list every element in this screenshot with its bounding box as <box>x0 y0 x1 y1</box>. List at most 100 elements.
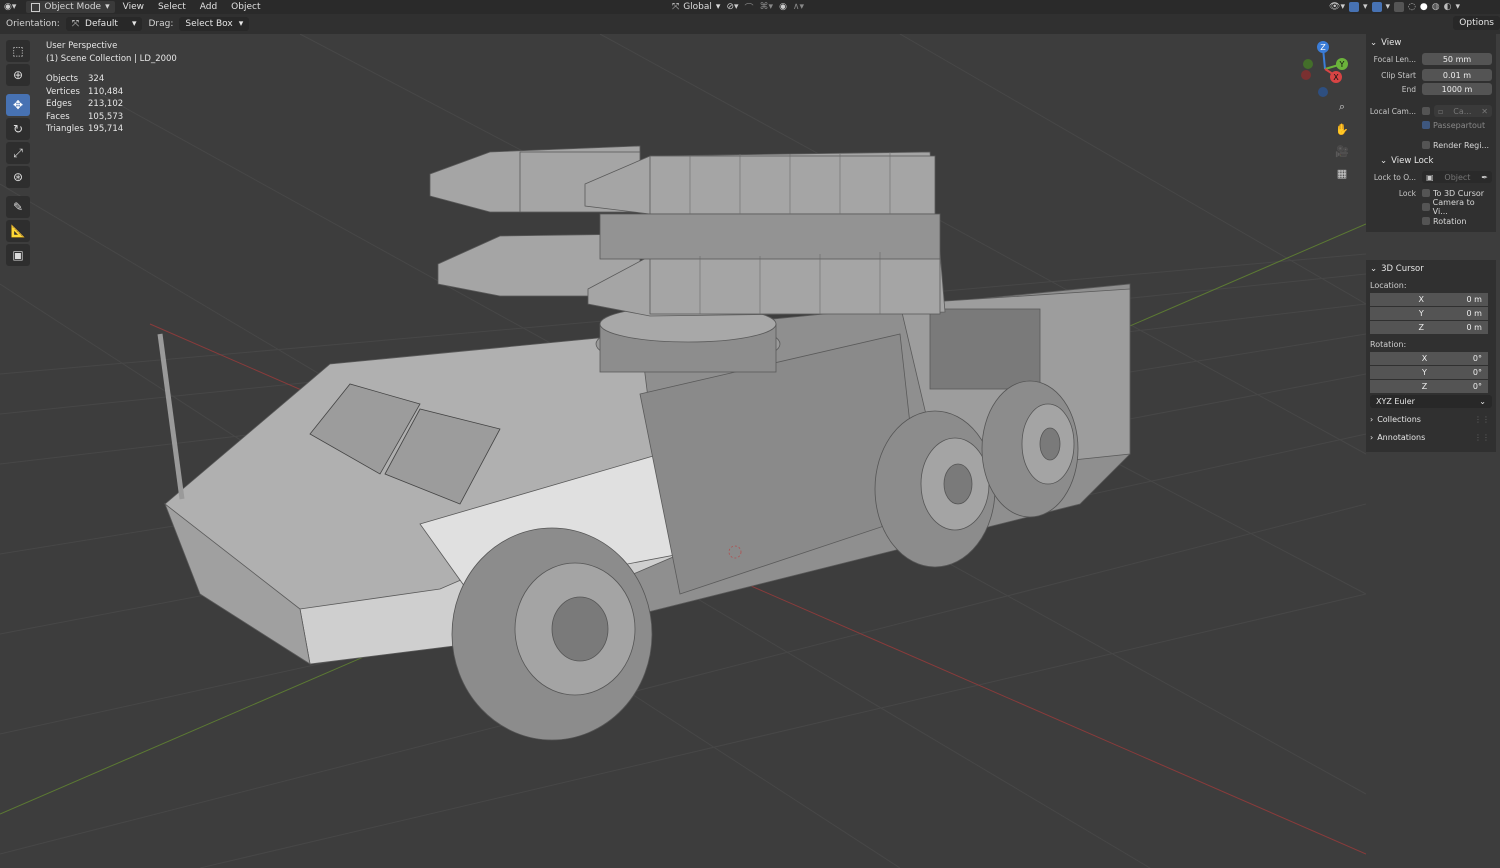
menu-select[interactable]: Select <box>152 2 192 12</box>
focal-length-row: Focal Len... 50 mm <box>1366 52 1496 66</box>
viewport-shading-controls: 👁▾ ▾ ▾ ◌ ● ◍ ◐ ▾ <box>1329 0 1460 14</box>
close-icon: ✕ <box>1481 106 1488 116</box>
chevron-down-icon: ▾ <box>105 2 110 12</box>
pivot-icon[interactable]: ⊘▾ <box>726 2 738 12</box>
view-lock-title: View Lock <box>1391 156 1434 166</box>
snap-target-icon[interactable]: ⌘▾ <box>760 2 774 12</box>
cursor-location-z: Z 0 m <box>1366 320 1496 334</box>
annotations-header[interactable]: › Annotations ⋮⋮ <box>1366 428 1496 446</box>
shading-dropdown-icon[interactable]: ▾ <box>1455 2 1460 12</box>
camera-view-icon[interactable]: 🎥 <box>1334 144 1350 158</box>
lock-to-object-field[interactable]: ▣ Object ✒ <box>1422 171 1492 183</box>
solid-shading-icon[interactable]: ● <box>1420 2 1428 12</box>
annotate-tool-icon[interactable]: ✎ <box>6 196 30 218</box>
mode-dropdown[interactable]: Object Mode ▾ <box>26 1 115 13</box>
lock-to-cursor-checkbox[interactable]: To 3D Cursor <box>1422 189 1484 198</box>
rotation-mode-value: XYZ Euler <box>1376 397 1415 406</box>
chevron-down-icon: ▾ <box>131 19 137 29</box>
local-camera-field[interactable]: ▫ Ca... ✕ <box>1434 105 1492 117</box>
lock-to-object-label: Lock to O... <box>1373 172 1416 182</box>
axis-value: 0° <box>1472 353 1482 363</box>
chevron-down-icon: ⌄ <box>1479 397 1486 406</box>
drag-handle-icon[interactable]: ⋮⋮ <box>1474 415 1490 424</box>
wireframe-shading-icon[interactable]: ◌ <box>1408 2 1416 12</box>
move-tool-icon[interactable]: ✥ <box>6 94 30 116</box>
location-x-field[interactable]: X 0 m <box>1370 292 1488 306</box>
perspective-grid-icon[interactable]: ▦ <box>1334 166 1350 180</box>
clip-start-field[interactable]: 0.01 m <box>1422 69 1492 81</box>
rotation-x-field[interactable]: X 0° <box>1370 351 1488 365</box>
measure-tool-icon[interactable]: 📐 <box>6 220 30 242</box>
camera-to-view-checkbox[interactable]: Camera to Vi... <box>1421 198 1492 216</box>
axis-value: 0 m <box>1466 294 1482 304</box>
menu-view[interactable]: View <box>117 2 150 12</box>
location-y-field[interactable]: Y 0 m <box>1370 306 1488 320</box>
view-panel-header[interactable]: ⌄ View <box>1366 34 1496 52</box>
rotate-tool-icon[interactable]: ↻ <box>6 118 30 140</box>
drag-dropdown[interactable]: Select Box ▾ <box>179 17 250 31</box>
stat-value: 213,102 <box>88 99 124 109</box>
passepartout-checkbox[interactable]: Passepartout <box>1422 121 1485 130</box>
stat-label: Faces <box>46 111 70 122</box>
3d-cursor-header[interactable]: ⌄ 3D Cursor <box>1366 260 1496 278</box>
clip-end-field[interactable]: 1000 m <box>1422 83 1492 95</box>
overlay-dropdown-icon[interactable]: ▾ <box>1386 2 1391 12</box>
eyedropper-icon[interactable]: ✒ <box>1481 173 1488 182</box>
rotation-label: Rotation: <box>1370 339 1407 349</box>
render-region-checkbox[interactable]: Render Regi... <box>1422 141 1489 150</box>
gizmo-toggle-icon[interactable] <box>1348 2 1359 12</box>
collection-name: (1) Scene Collection | LD_2000 <box>46 53 177 64</box>
lock-rotation-checkbox[interactable]: Rotation <box>1422 217 1466 226</box>
view-lock-header[interactable]: ⌄ View Lock <box>1366 152 1496 170</box>
rotation-mode-dropdown[interactable]: XYZ Euler ⌄ <box>1370 395 1492 408</box>
annotations-title: Annotations <box>1377 432 1426 442</box>
rotation-z-field[interactable]: Z 0° <box>1370 379 1488 393</box>
stat-value: 324 <box>88 74 105 84</box>
local-camera-checkbox[interactable] <box>1422 107 1430 115</box>
drag-handle-icon[interactable]: ⋮⋮ <box>1474 433 1490 442</box>
object-icon: ▣ <box>1426 172 1434 182</box>
orientation-label: Orientation: <box>6 19 60 29</box>
navigation-gizmo[interactable]: Z Y X <box>1296 40 1354 98</box>
3d-cursor-title: 3D Cursor <box>1381 264 1424 274</box>
zoom-icon[interactable]: ⌕ <box>1334 100 1350 114</box>
stat-value: 195,714 <box>88 124 124 134</box>
drag-value: Select Box <box>185 19 233 29</box>
axis-value: 0 m <box>1466 322 1482 332</box>
cursor-tool-icon[interactable]: ⊕ <box>6 64 30 86</box>
material-shading-icon[interactable]: ◍ <box>1432 2 1440 12</box>
chevron-down-icon: ⌄ <box>1370 264 1378 274</box>
pan-hand-icon[interactable]: ✋ <box>1334 122 1350 136</box>
transform-orientation-dropdown[interactable]: ⤧ Global ▾ <box>672 2 720 12</box>
rendered-shading-icon[interactable]: ◐ <box>1444 2 1452 12</box>
menu-add[interactable]: Add <box>194 2 223 12</box>
axis-label: Y <box>1422 367 1427 377</box>
viewport-info-overlay: User Perspective (1) Scene Collection | … <box>46 40 177 136</box>
overlay-toggle-icon[interactable] <box>1371 2 1382 12</box>
select-box-tool-icon[interactable]: ⬚ <box>6 40 30 62</box>
render-region-label: Render Regi... <box>1433 140 1490 150</box>
menu-object[interactable]: Object <box>225 2 266 12</box>
editor-type-icon[interactable]: ◉▾ <box>0 2 20 12</box>
options-button[interactable]: Options <box>1453 16 1500 30</box>
rotation-y-field[interactable]: Y 0° <box>1370 365 1488 379</box>
collections-header[interactable]: › Collections ⋮⋮ <box>1366 410 1496 428</box>
focal-length-field[interactable]: 50 mm <box>1422 53 1492 65</box>
stat-value: 105,573 <box>88 111 124 122</box>
scale-tool-icon[interactable]: ⤢ <box>6 142 30 164</box>
xray-icon[interactable] <box>1394 2 1405 12</box>
lock-to-object-row: Lock to O... ▣ Object ✒ <box>1366 170 1496 184</box>
visibility-icon[interactable]: 👁▾ <box>1329 2 1345 12</box>
gizmo-dropdown-icon[interactable]: ▾ <box>1363 2 1368 12</box>
orientation-value: Default <box>85 19 118 29</box>
location-z-field[interactable]: Z 0 m <box>1370 320 1488 334</box>
snap-icon[interactable]: ⌒ <box>745 1 754 14</box>
add-cube-tool-icon[interactable]: ▣ <box>6 244 30 266</box>
orientation-dropdown[interactable]: ⤧ Default ▾ <box>65 17 143 31</box>
transform-tool-icon[interactable]: ⊛ <box>6 166 30 188</box>
falloff-icon[interactable]: ∧▾ <box>793 2 804 12</box>
3d-viewport[interactable] <box>0 34 1366 868</box>
proportional-edit-icon[interactable]: ◉ <box>779 2 787 12</box>
checkbox-icon <box>1422 217 1430 225</box>
axis-label: Y <box>1418 308 1424 318</box>
